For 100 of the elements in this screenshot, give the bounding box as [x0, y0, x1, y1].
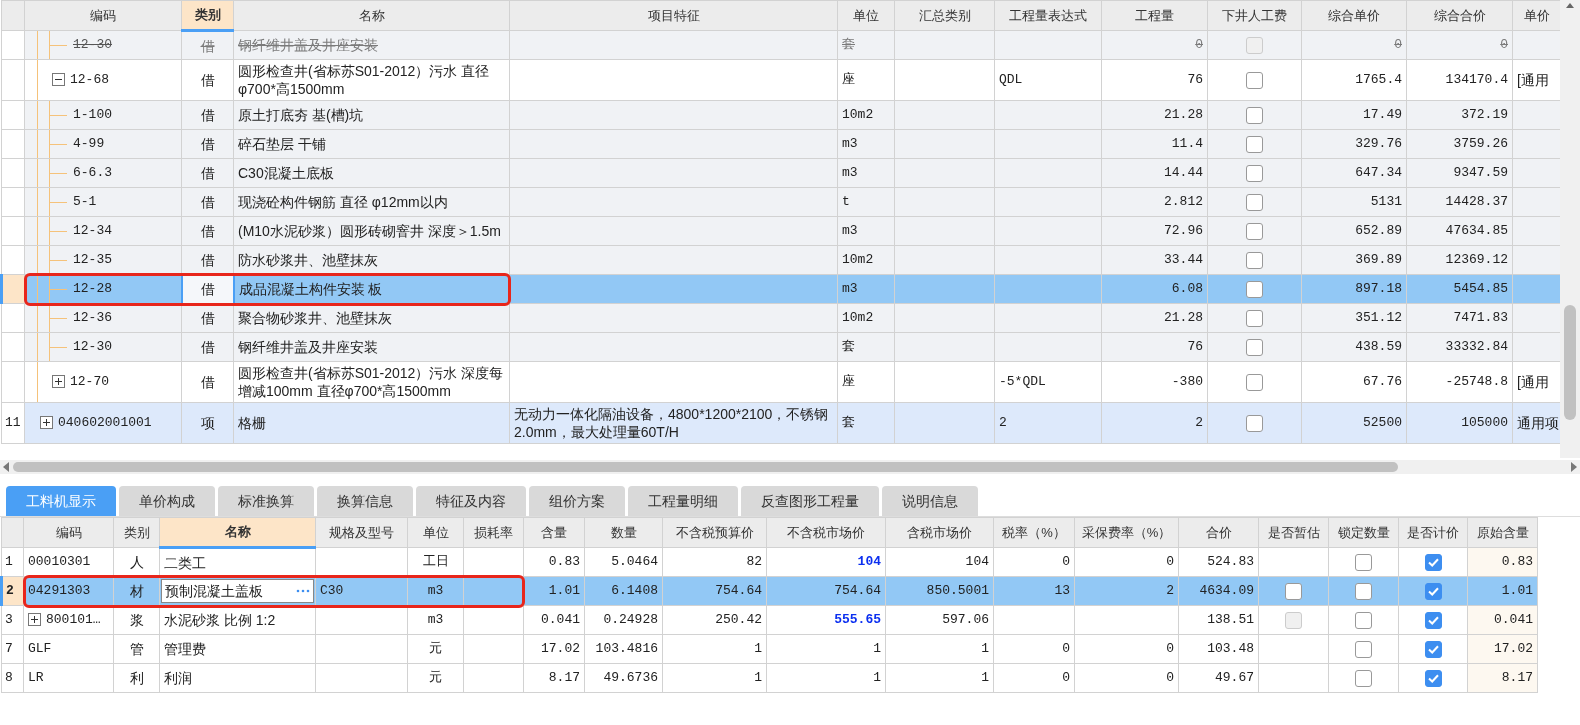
column-header[interactable]: 是否暂估: [1258, 517, 1329, 548]
column-header[interactable]: 含量: [523, 517, 585, 548]
checkbox[interactable]: [1424, 554, 1442, 572]
table-cell: 成品混凝土构件安装 板: [233, 274, 510, 304]
vertical-scrollbar[interactable]: [1560, 0, 1580, 458]
table-cell: 105000: [1406, 402, 1513, 444]
tab[interactable]: 单价构成: [119, 486, 215, 516]
table-cell: 52500: [1301, 402, 1407, 444]
table-cell: 33.44: [1101, 245, 1208, 275]
checkbox[interactable]: [1424, 670, 1442, 688]
checkbox[interactable]: [1246, 194, 1263, 212]
column-header[interactable]: 工程量: [1101, 0, 1208, 31]
table-cell: LR: [23, 663, 114, 693]
table-cell: 1: [662, 663, 767, 693]
checkbox[interactable]: [1246, 165, 1263, 183]
checkbox[interactable]: [1424, 583, 1442, 601]
table-cell: 369.89: [1301, 245, 1407, 275]
column-header[interactable]: 综合合价: [1406, 0, 1513, 31]
item-code: 040602001001: [58, 415, 152, 430]
tab[interactable]: 工程量明细: [628, 486, 738, 516]
table-cell: 754.64: [662, 576, 767, 606]
checkbox[interactable]: [1355, 670, 1372, 688]
more-icon[interactable]: [296, 589, 310, 593]
column-header[interactable]: 数量: [584, 517, 663, 548]
column-header[interactable]: 采保费率（%）: [1074, 517, 1179, 548]
column-header[interactable]: 编码: [23, 517, 114, 548]
column-header[interactable]: 单位: [837, 0, 895, 31]
column-header[interactable]: 类别: [181, 0, 234, 31]
table-cell: 9347.59: [1406, 158, 1513, 188]
column-header[interactable]: 含税市场价: [885, 517, 994, 548]
checkbox[interactable]: [1355, 583, 1372, 601]
horizontal-scrollbar[interactable]: [0, 460, 1580, 474]
column-header[interactable]: 项目特征: [509, 0, 838, 31]
column-header[interactable]: 原始含量: [1467, 517, 1538, 548]
checkbox[interactable]: [1246, 374, 1263, 392]
checkbox[interactable]: [1424, 612, 1442, 630]
column-header[interactable]: 单价: [1512, 0, 1560, 31]
checkbox[interactable]: [1246, 252, 1263, 270]
row-number: 3: [1, 605, 24, 635]
table-cell: 2: [1074, 576, 1179, 606]
table-cell: 438.59: [1301, 332, 1407, 362]
checkbox[interactable]: [1355, 554, 1372, 572]
checkbox[interactable]: [1246, 281, 1263, 299]
expand-toggle[interactable]: [52, 375, 65, 389]
checkbox[interactable]: [1424, 641, 1442, 659]
table-cell: 利: [113, 663, 160, 693]
column-header[interactable]: 损耗率: [463, 517, 524, 548]
checkbox[interactable]: [1246, 310, 1263, 328]
tab[interactable]: 说明信息: [882, 486, 978, 516]
collapse-toggle[interactable]: [52, 73, 65, 87]
column-header[interactable]: 名称: [159, 517, 316, 548]
column-header[interactable]: 综合单价: [1301, 0, 1407, 31]
column-header[interactable]: 合价: [1178, 517, 1259, 548]
column-header[interactable]: 下井人工费: [1207, 0, 1302, 31]
checkbox[interactable]: [1246, 415, 1263, 433]
tab[interactable]: 换算信息: [317, 486, 413, 516]
checkbox[interactable]: [1246, 223, 1263, 241]
table-cell: 1: [662, 634, 767, 664]
column-header[interactable]: 不含税预算价: [662, 517, 767, 548]
column-header[interactable]: 编码: [24, 0, 182, 31]
checkbox[interactable]: [1285, 583, 1302, 601]
table-cell: 套: [837, 332, 895, 362]
expand-toggle[interactable]: [40, 416, 53, 430]
column-header[interactable]: 名称: [233, 0, 510, 31]
table-cell: 67.76: [1301, 361, 1407, 403]
column-header[interactable]: 税率（%）: [993, 517, 1075, 548]
scroll-thumb[interactable]: [1564, 305, 1576, 420]
table-cell: 49.6736: [584, 663, 663, 693]
tab[interactable]: 组价方案: [529, 486, 625, 516]
checkbox[interactable]: [1246, 339, 1263, 357]
table-cell: 33332.84: [1406, 332, 1513, 362]
tab[interactable]: 标准换算: [218, 486, 314, 516]
table-cell: 0: [993, 634, 1075, 664]
item-code: 12-68: [70, 72, 109, 87]
table-cell: 850.5001: [885, 576, 994, 606]
checkbox[interactable]: [1355, 641, 1372, 659]
checkbox[interactable]: [1246, 72, 1263, 90]
column-header[interactable]: 单位: [407, 517, 464, 548]
table-cell: 原土打底夯 基(槽)坑: [233, 100, 510, 130]
table-cell: -380: [1101, 361, 1208, 403]
table-cell: 0.041: [1467, 605, 1538, 635]
tab[interactable]: 反查图形工程量: [741, 486, 879, 516]
table-cell: 0: [993, 547, 1075, 577]
checkbox[interactable]: [1246, 107, 1263, 125]
checkbox[interactable]: [1355, 612, 1372, 630]
column-header[interactable]: 规格及型号: [315, 517, 408, 548]
table-cell: 0.83: [1467, 547, 1538, 577]
checkbox[interactable]: [1246, 136, 1263, 154]
table-cell: 借: [181, 274, 234, 304]
column-header[interactable]: 锁定数量: [1328, 517, 1399, 548]
column-header[interactable]: 工程量表达式: [994, 0, 1102, 31]
item-code: 4-99: [73, 136, 105, 151]
column-header[interactable]: 汇总类别: [894, 0, 995, 31]
column-header[interactable]: 是否计价: [1398, 517, 1468, 548]
column-header[interactable]: 不含税市场价: [766, 517, 886, 548]
expand-toggle[interactable]: [28, 613, 41, 627]
tab[interactable]: 特征及内容: [416, 486, 526, 516]
name-field[interactable]: 预制混凝土盖板: [161, 579, 314, 603]
column-header[interactable]: 类别: [113, 517, 160, 548]
table-cell: 6.08: [1101, 274, 1208, 304]
